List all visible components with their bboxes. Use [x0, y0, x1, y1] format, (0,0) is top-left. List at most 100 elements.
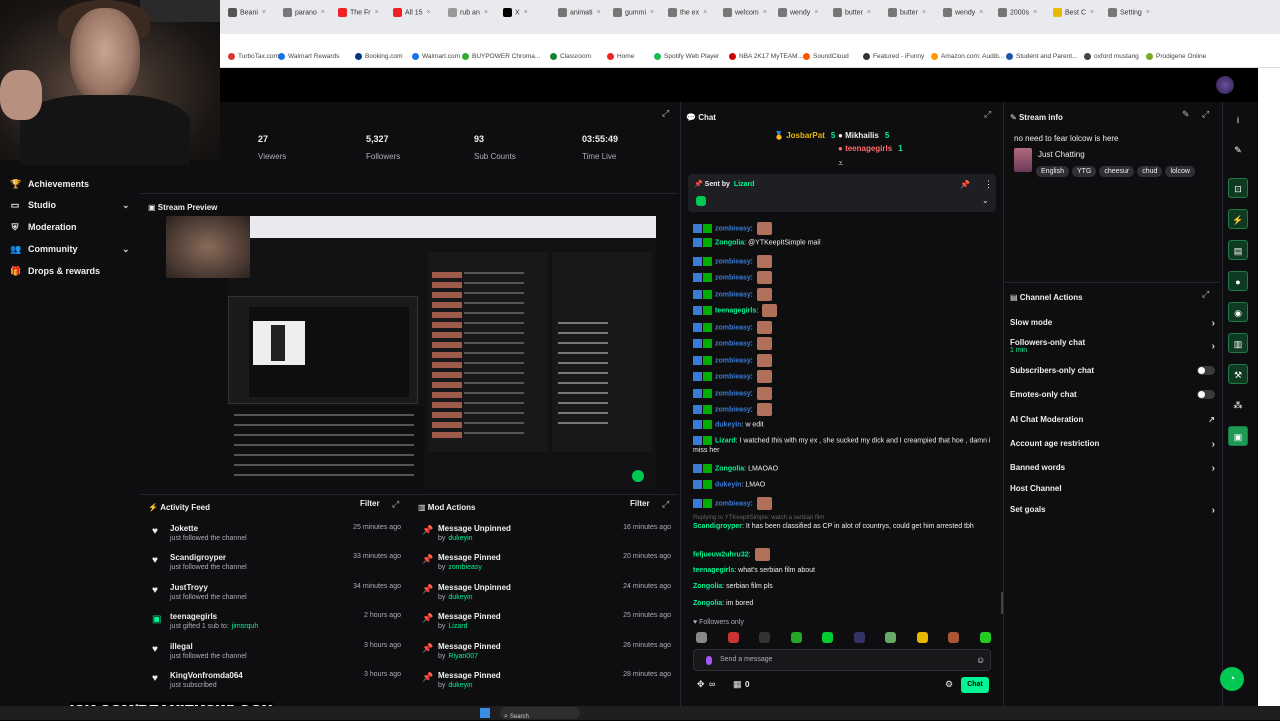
channel-action-followers-only-chat[interactable]: Followers-only chat 1 min › [1010, 338, 1215, 354]
chat-message[interactable]: dukeyin: w edit [693, 420, 993, 430]
feed-user-name[interactable]: JustTroyy [170, 583, 208, 592]
browser-tab[interactable]: butter × [833, 8, 883, 28]
activity-feed-item[interactable]: ♥ KingVonfromda064 just subscribed 3 hours … [150, 671, 405, 699]
expand-icon[interactable]: ⤢ [1202, 109, 1209, 120]
bookmark-item[interactable]: BUYPOWER Chroma... [462, 53, 540, 60]
expand-icon[interactable]: ⤢ [392, 499, 399, 510]
mod-action-item[interactable]: 📌 Message Pinned by dukeyin 28 minutes ago [420, 671, 675, 699]
browser-tab[interactable]: 2000s × [998, 8, 1048, 28]
chat-message[interactable]: Zongolia: @YTKeepItSimple mail [693, 238, 993, 248]
stream-preview[interactable] [166, 216, 656, 490]
stream-tag[interactable]: cheesur [1099, 166, 1135, 177]
quick-emote[interactable] [696, 632, 707, 643]
chevron-down-icon[interactable]: ⌄ [122, 200, 130, 211]
stream-tag[interactable]: lolcow [1165, 166, 1195, 177]
mod-action-item[interactable]: 📌 Message Unpinned by dukeyin 24 minutes ago [420, 583, 675, 611]
mod-action-user[interactable]: dukeyin [448, 535, 472, 542]
bookmark-item[interactable]: NBA 2K17 MyTEAM... [729, 53, 803, 60]
leaderboard-entry[interactable]: ● Mikhailis 5 [838, 131, 889, 140]
chat-message[interactable]: zombieasy: [693, 497, 993, 510]
channel-action-set-goals[interactable]: Set goals › [1010, 505, 1215, 516]
mod-action-user[interactable]: Riyan007 [448, 653, 478, 660]
chat-username[interactable]: zombieasy [715, 324, 751, 331]
chat-username[interactable]: Zongolia [693, 600, 722, 607]
close-icon[interactable]: × [1146, 9, 1150, 16]
feed-user-name[interactable]: Scandigroyper [170, 553, 226, 562]
feed-user-name[interactable]: illegal [170, 642, 193, 651]
expand-icon[interactable]: ⤢ [984, 109, 991, 120]
chat-message[interactable]: Lizard: I watched this with my ex , she … [693, 436, 993, 456]
activity-feed-item[interactable]: ▣ teenagegirls just gifted 1 sub to: jimsrq… [150, 612, 405, 640]
more-options-icon[interactable]: ⋮ [984, 179, 993, 190]
chat-username[interactable]: teenagegirls [715, 307, 756, 314]
quick-emote[interactable] [790, 632, 802, 643]
chat-username[interactable]: Lizard [715, 437, 736, 444]
chat-username[interactable]: dukeyin [715, 481, 741, 488]
bookmark-item[interactable]: Amazon.com: Audib... [931, 53, 1004, 60]
quick-emote[interactable] [759, 632, 770, 643]
category-thumbnail[interactable] [1014, 148, 1032, 172]
chat-username[interactable]: teenagegirls [693, 567, 734, 574]
sidebar-item-moderation[interactable]: ⛨ Moderation [10, 222, 77, 232]
activity-feed-filter[interactable]: Filter [360, 499, 380, 508]
activity-feed-item[interactable]: ♥ illegal just followed the channel 3 hours… [150, 642, 405, 670]
browser-tab[interactable]: butter × [888, 8, 938, 28]
chevron-right-icon[interactable]: › [1212, 439, 1215, 450]
chat-message[interactable]: fefjueuw2uhru32: [693, 548, 993, 561]
bookmark-item[interactable]: Spotify Web Player [654, 53, 719, 60]
pencil-icon[interactable]: ✎ [1228, 140, 1248, 160]
points-icon[interactable]: ▦ [733, 679, 742, 690]
close-icon[interactable]: × [1033, 9, 1037, 16]
gear-icon[interactable]: ⚙ [945, 679, 953, 690]
chat-username[interactable]: Zongolia [715, 465, 744, 472]
browser-tab[interactable]: rub an × [448, 8, 498, 28]
stream-tag[interactable]: YTG [1071, 166, 1097, 177]
wrench-icon[interactable]: ⚒ [1228, 364, 1248, 384]
feed-user-name[interactable]: teenagegirls [170, 612, 217, 621]
activity-feed-item[interactable]: ♥ JustTroyy just followed the channel 34 mi… [150, 583, 405, 611]
chat-message[interactable]: zombieasy: [693, 387, 993, 400]
pinned-message[interactable]: 📌 Sent by Lizard 📌 ⋮ ⌄ [688, 174, 996, 212]
sidebar-item-community[interactable]: 👥 Community ⌄ [10, 244, 130, 255]
bolt-icon[interactable]: ⚡ [1228, 209, 1248, 229]
close-icon[interactable]: × [1090, 9, 1094, 16]
external-link-icon[interactable]: ↗ [1208, 415, 1215, 424]
close-icon[interactable]: × [597, 9, 601, 16]
channel-action-ai-chat-moderation[interactable]: AI Chat Moderation ↗ [1010, 415, 1215, 424]
chevron-right-icon[interactable]: › [1212, 318, 1215, 329]
edit-icon[interactable]: ✎ [1182, 109, 1190, 120]
info-icon[interactable]: i [1228, 110, 1248, 130]
chat-message[interactable]: zombieasy: [693, 321, 993, 334]
browser-tab[interactable]: Beani × [228, 8, 278, 28]
browser-tab[interactable]: animati × [558, 8, 608, 28]
chevron-down-icon[interactable]: ⌄ [122, 244, 130, 255]
mod-action-item[interactable]: 📌 Message Unpinned by dukeyin 16 minutes ago [420, 524, 675, 552]
chat-message[interactable]: zombieasy: [693, 288, 993, 301]
bookmark-item[interactable]: Walmart Rewards [278, 53, 339, 60]
close-icon[interactable]: × [321, 9, 325, 16]
scan-icon[interactable]: ⊡ [1228, 178, 1248, 198]
close-icon[interactable]: × [524, 9, 528, 16]
category-name[interactable]: Just Chatting [1038, 150, 1085, 159]
chat-message[interactable]: Zongolia: serbian film pls [693, 582, 993, 592]
user-avatar[interactable] [1216, 76, 1234, 94]
mod-action-user[interactable]: dukeyin [448, 594, 472, 601]
sidebar-item-drops-rewards[interactable]: 🎁 Drops & rewards [10, 266, 100, 276]
chat-username[interactable]: Scandigroyper [693, 523, 742, 530]
browser-tab[interactable]: The Fr × [338, 8, 388, 28]
chat-username[interactable]: zombieasy [715, 357, 751, 364]
bookmark-item[interactable]: Booking.com [355, 53, 403, 60]
activity-feed-item[interactable]: ♥ Jokette just followed the channel 25 minu… [150, 524, 405, 552]
channel-action-host-channel[interactable]: Host Channel [1010, 484, 1215, 493]
browser-tab[interactable]: parano × [283, 8, 333, 28]
close-icon[interactable]: × [703, 9, 707, 16]
feed-user-name[interactable]: Jokette [170, 524, 198, 533]
browser-tab[interactable]: wendy × [778, 8, 828, 28]
plus-box-icon[interactable]: ▣ [1228, 426, 1248, 446]
chevron-down-icon[interactable]: ⌄ [982, 196, 989, 205]
channel-action-account-age-restriction[interactable]: Account age restriction › [1010, 439, 1215, 450]
chat-username[interactable]: Zongolia [693, 583, 722, 590]
close-icon[interactable]: × [484, 9, 488, 16]
close-icon[interactable]: × [867, 9, 871, 16]
quick-emote[interactable] [822, 632, 833, 643]
